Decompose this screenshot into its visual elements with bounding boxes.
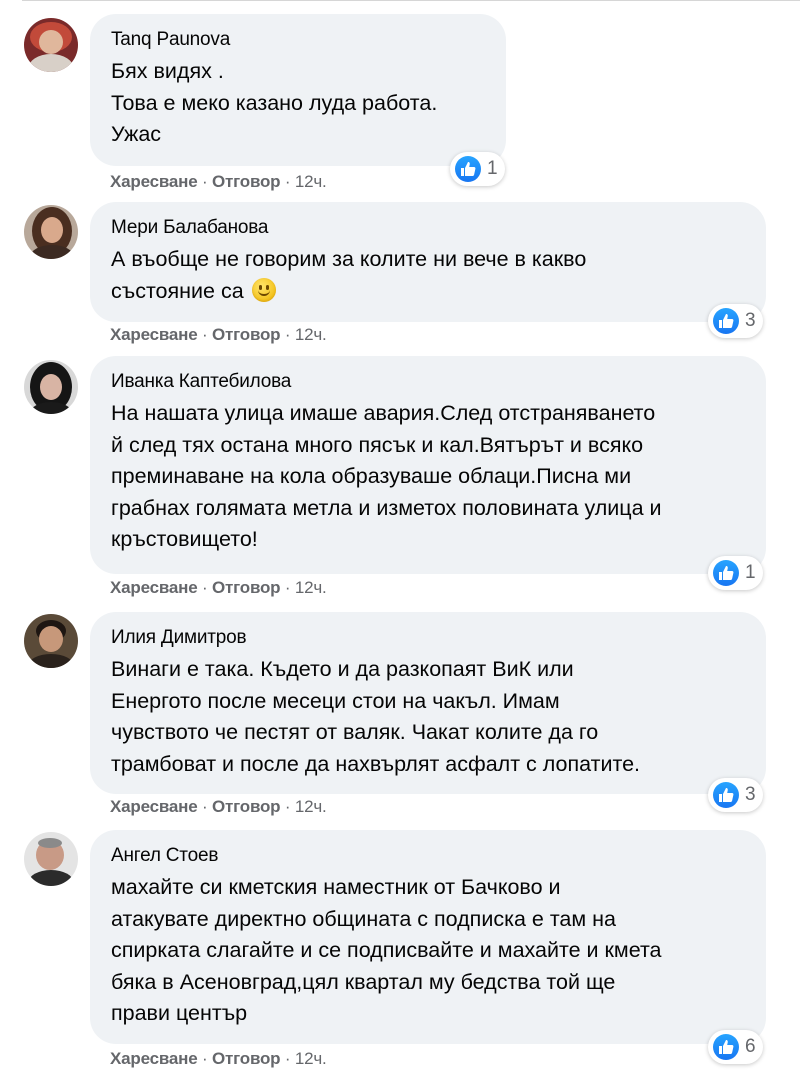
comment-actions: Харесване · Отговор · 12ч. <box>110 1049 327 1068</box>
comment-text-line: Ужас <box>111 122 162 146</box>
reaction-count: 3 <box>745 784 756 805</box>
reaction-summary[interactable]: 3 <box>708 778 763 812</box>
comment-author[interactable]: Ангел Стоев <box>111 844 744 868</box>
reaction-summary[interactable]: 1 <box>450 152 505 186</box>
timestamp[interactable]: 12ч. <box>295 797 327 816</box>
timestamp[interactable]: 12ч. <box>295 1049 327 1068</box>
comment-text-line: А въобще не говорим за колите ни вече в … <box>111 247 587 271</box>
comment-bubble: Мери Балабанова А въобще не говорим за к… <box>90 202 766 322</box>
reply-link[interactable]: Отговор <box>212 325 281 344</box>
reply-link[interactable]: Отговор <box>212 1049 281 1068</box>
reply-link[interactable]: Отговор <box>212 172 281 191</box>
avatar[interactable] <box>24 614 78 668</box>
comment-text-line: кръстовището! <box>111 527 258 551</box>
comment-text-line: махайте си кметския наместник от Бачково… <box>111 875 561 899</box>
comment-text-line: Това е меко казано луда работа. <box>111 90 438 115</box>
avatar[interactable] <box>24 18 78 72</box>
like-link[interactable]: Харесване <box>110 1049 198 1068</box>
comment-text-line: прави център <box>111 1001 248 1025</box>
avatar[interactable] <box>24 205 78 259</box>
comment-bubble: Иванка Каптебилова На нашата улица имаше… <box>90 356 766 574</box>
comment-author[interactable]: Иванка Каптебилова <box>111 370 744 394</box>
comment-text-line: На нашата улица имаше авария.След отстра… <box>111 401 656 425</box>
comment-text-line: Бях видях . <box>111 59 224 83</box>
comment-author[interactable]: Илия Димитров <box>111 626 744 650</box>
comment-text-line: трамбоват и после да нахвърлят асфалт с … <box>111 751 641 776</box>
like-link[interactable]: Харесване <box>110 172 198 191</box>
thumbs-up-icon <box>713 560 739 586</box>
reaction-count: 1 <box>487 158 498 179</box>
comment-text-fragment: състояние са <box>111 278 244 303</box>
thumbs-up-icon <box>455 156 481 182</box>
comment-text-line: й след тях остана много пясък и кал.Вятъ… <box>111 432 644 457</box>
timestamp[interactable]: 12ч. <box>295 578 327 597</box>
comment-author[interactable]: Мери Балабанова <box>111 216 744 240</box>
comment-text-line: преминаване на кола образуваше облаци.Пи… <box>111 464 632 488</box>
reaction-summary[interactable]: 6 <box>708 1030 763 1064</box>
comment-bubble: Tanq Paunova Бях видях . Това е меко каз… <box>90 14 506 166</box>
comment-bubble: Ангел Стоев махайте си кметския наместни… <box>90 830 766 1044</box>
comment-author[interactable]: Tanq Paunova <box>111 28 484 52</box>
comment-text-line: атакувате директно общината с подписка е… <box>111 906 616 931</box>
reaction-summary[interactable]: 3 <box>708 304 763 338</box>
reaction-count: 6 <box>745 1036 756 1057</box>
avatar[interactable] <box>24 360 78 414</box>
reaction-summary[interactable]: 1 <box>708 556 763 590</box>
comment-text-line: бяка в Асеновград,цял квартал му бедства… <box>111 969 616 994</box>
comment-text-line: Енергото после месеци стои на чакъл. Има… <box>111 688 560 713</box>
divider <box>22 0 800 1</box>
reply-link[interactable]: Отговор <box>212 797 281 816</box>
comment-bubble: Илия Димитров Винаги е така. Където и да… <box>90 612 766 794</box>
timestamp[interactable]: 12ч. <box>295 172 327 191</box>
like-link[interactable]: Харесване <box>110 797 198 816</box>
reaction-count: 3 <box>745 310 756 331</box>
like-link[interactable]: Харесване <box>110 578 198 597</box>
thumbs-up-icon <box>713 782 739 808</box>
slightly-smiling-face-icon <box>251 277 276 302</box>
comment-text-line: Винаги е така. Където и да разкопаят ВиК… <box>111 657 574 681</box>
comment-actions: Харесване · Отговор · 12ч. <box>110 325 327 344</box>
comment-actions: Харесване · Отговор · 12ч. <box>110 172 327 191</box>
comment-actions: Харесване · Отговор · 12ч. <box>110 578 327 597</box>
comment-text-line: спирката слагайте и се подписвайте и мах… <box>111 938 662 962</box>
thumbs-up-icon <box>713 1034 739 1060</box>
comment-actions: Харесване · Отговор · 12ч. <box>110 797 327 816</box>
timestamp[interactable]: 12ч. <box>295 325 327 344</box>
comment-text-line: грабнах голямата метла и изметох половин… <box>111 495 662 520</box>
like-link[interactable]: Харесване <box>110 325 198 344</box>
avatar[interactable] <box>24 832 78 886</box>
reaction-count: 1 <box>745 562 756 583</box>
reply-link[interactable]: Отговор <box>212 578 281 597</box>
comment-text-line: състояние са <box>111 276 744 308</box>
comment-text-line: чувството че пестят от валяк. Чакат коли… <box>111 720 599 744</box>
thumbs-up-icon <box>713 308 739 334</box>
